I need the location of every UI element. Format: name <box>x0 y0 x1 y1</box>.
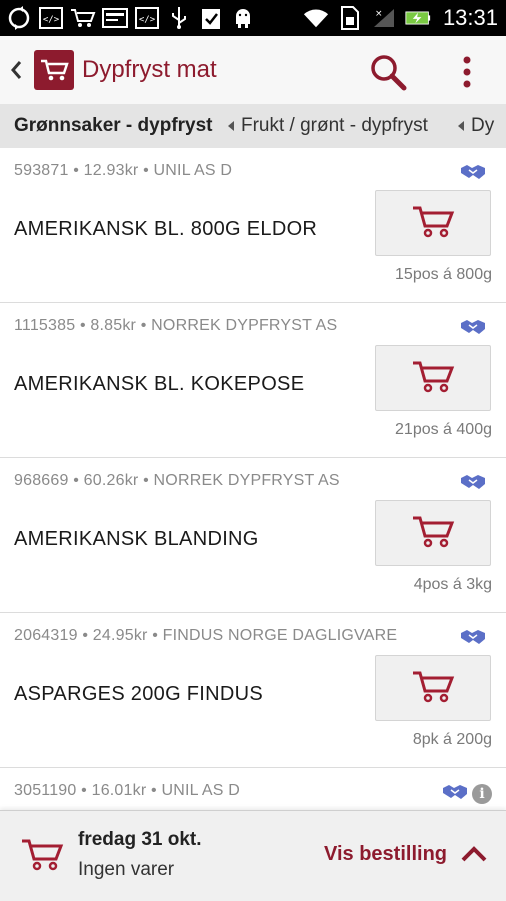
back-chevron-icon[interactable] <box>8 56 26 84</box>
info-icon[interactable]: i <box>472 784 492 804</box>
battery-charging-icon <box>405 6 431 30</box>
page-title: Dypfryst mat <box>82 56 217 83</box>
product-item[interactable]: 968669 • 60.26kr • NORREK DYPFRYST AS AM… <box>0 458 506 613</box>
shopping-cart-icon <box>20 835 64 875</box>
category-tab-dy[interactable]: Dy <box>471 115 494 137</box>
shopping-cart-icon <box>70 6 96 30</box>
delivery-date: fredag 31 okt. <box>78 829 202 850</box>
product-name: AMERIKANSK BLANDING <box>14 528 259 550</box>
category-tab-gronnsaker[interactable]: Grønnsaker - dypfryst <box>14 115 213 137</box>
overflow-menu-icon[interactable] <box>452 52 482 92</box>
sim-card-icon <box>337 6 363 30</box>
search-icon[interactable] <box>368 52 408 92</box>
product-pack-size: 4pos á 3kg <box>413 576 492 593</box>
svg-text:×: × <box>375 9 383 19</box>
svg-text:</>: </> <box>43 15 60 25</box>
signal-icon: × <box>371 6 397 30</box>
handshake-icon <box>460 317 486 337</box>
product-list: 593871 • 12.93kr • UNIL AS D AMERIKANSK … <box>0 148 506 810</box>
chevron-left-icon <box>458 121 464 131</box>
product-pack-size: 21pos á 400g <box>395 421 492 438</box>
card-icon <box>102 6 128 30</box>
shopping-cart-icon <box>411 359 455 398</box>
product-item[interactable]: 593871 • 12.93kr • UNIL AS D AMERIKANSK … <box>0 148 506 303</box>
show-order-button[interactable]: Vis bestilling <box>324 843 447 866</box>
code-icon: </> <box>38 6 64 30</box>
product-name: AMERIKANSK BL. 800G ELDOR <box>14 218 318 240</box>
android-debug-icon <box>230 6 256 30</box>
add-to-cart-button[interactable] <box>375 190 491 256</box>
handshake-icon <box>460 162 486 182</box>
handshake-icon <box>442 782 468 802</box>
clipboard-check-icon <box>198 6 224 30</box>
order-bar[interactable]: fredag 31 okt. Ingen varer Vis bestillin… <box>0 810 506 901</box>
handshake-icon <box>460 627 486 647</box>
product-pack-size: 8pk á 200g <box>412 731 492 748</box>
product-item[interactable]: 3051190 • 16.01kr • UNIL AS D i <box>0 768 506 810</box>
product-meta: 2064319 • 24.95kr • FINDUS NORGE DAGLIGV… <box>14 627 398 644</box>
shopping-cart-icon <box>411 669 455 708</box>
svg-text:</>: </> <box>139 15 156 25</box>
app-bar: Dypfryst mat <box>0 36 506 105</box>
product-item[interactable]: 2064319 • 24.95kr • FINDUS NORGE DAGLIGV… <box>0 613 506 768</box>
chevron-left-icon <box>228 121 234 131</box>
category-tab-frukt[interactable]: Frukt / grønt - dypfryst <box>241 115 428 137</box>
handshake-icon <box>460 472 486 492</box>
shopping-cart-icon <box>411 204 455 243</box>
status-system-icons: × 13:31 <box>303 4 498 32</box>
wifi-icon <box>303 6 329 30</box>
add-to-cart-button[interactable] <box>375 345 491 411</box>
chevron-up-icon[interactable] <box>460 843 488 865</box>
status-notification-icons: </> </> <box>6 4 256 32</box>
code-icon: </> <box>134 6 160 30</box>
product-meta: 1115385 • 8.85kr • NORREK DYPFRYST AS <box>14 317 338 334</box>
cart-status: Ingen varer <box>78 859 175 880</box>
shopping-cart-icon <box>411 514 455 553</box>
product-name: ASPARGES 200G FINDUS <box>14 683 264 705</box>
product-pack-size: 15pos á 800g <box>395 266 492 283</box>
sync-icon <box>6 6 32 30</box>
category-tabs: Grønnsaker - dypfryst Frukt / grønt - dy… <box>0 104 506 149</box>
add-to-cart-button[interactable] <box>375 655 491 721</box>
product-meta: 968669 • 60.26kr • NORREK DYPFRYST AS <box>14 472 340 489</box>
usb-icon <box>166 6 192 30</box>
add-to-cart-button[interactable] <box>375 500 491 566</box>
product-item[interactable]: 1115385 • 8.85kr • NORREK DYPFRYST AS AM… <box>0 303 506 458</box>
status-time: 13:31 <box>442 5 498 30</box>
status-bar: </> </> × 13:31 <box>0 0 506 36</box>
product-meta: 3051190 • 16.01kr • UNIL AS D <box>14 782 241 799</box>
product-name: AMERIKANSK BL. KOKEPOSE <box>14 373 305 395</box>
product-meta: 593871 • 12.93kr • UNIL AS D <box>14 162 233 179</box>
app-logo-cart-icon[interactable] <box>34 50 74 90</box>
